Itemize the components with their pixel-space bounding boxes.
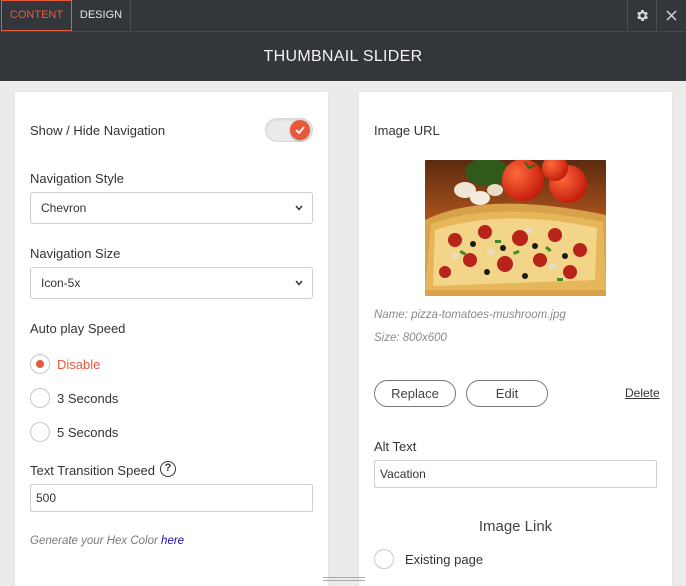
radio-selected-dot: [36, 360, 44, 368]
page-title: THUMBNAIL SLIDER: [263, 47, 423, 65]
chevron-down-icon: [295, 280, 303, 286]
hint-text: Generate your Hex Color: [30, 535, 158, 547]
tab-content[interactable]: CONTENT: [1, 0, 72, 31]
show-hide-navigation-label: Show / Hide Navigation: [30, 123, 166, 138]
image-settings-panel: Image URL Name: pizza-tomatoes-mushroom.…: [359, 92, 672, 586]
image-url-label: Image URL: [374, 123, 440, 138]
navigation-settings-panel: Show / Hide Navigation Navigation Style …: [15, 92, 328, 586]
chevron-down-icon: [295, 205, 303, 211]
radio-circle: [30, 388, 50, 408]
hex-color-hint: Generate your Hex Color here: [30, 535, 184, 547]
replace-button[interactable]: Replace: [374, 380, 456, 407]
grip-line: [323, 580, 365, 581]
radio-circle: [374, 549, 394, 569]
close-icon: [666, 10, 677, 21]
close-button[interactable]: [657, 0, 686, 31]
radio-existing-page[interactable]: Existing page: [374, 548, 483, 570]
radio-label: 3 Seconds: [57, 390, 119, 406]
radio-5-seconds[interactable]: 5 Seconds: [30, 421, 118, 443]
toggle-knob: [290, 120, 310, 140]
image-size: Size: 800x600: [374, 332, 447, 344]
auto-play-speed-label: Auto play Speed: [30, 321, 126, 336]
radio-label: Existing page: [405, 551, 484, 567]
tab-design[interactable]: DESIGN: [72, 0, 131, 31]
navigation-style-label: Navigation Style: [30, 171, 124, 186]
delete-link[interactable]: Delete: [625, 386, 660, 400]
text-transition-speed-input[interactable]: [30, 484, 313, 512]
gear-icon: [637, 10, 648, 21]
radio-3-seconds[interactable]: 3 Seconds: [30, 387, 118, 409]
alt-text-input[interactable]: [374, 460, 657, 488]
edit-button[interactable]: Edit: [466, 380, 548, 407]
navigation-style-select[interactable]: Chevron: [30, 192, 313, 224]
hex-color-link[interactable]: here: [161, 535, 184, 547]
radio-label: Disable: [57, 356, 101, 372]
navigation-size-value: Icon-5x: [41, 276, 81, 290]
radio-label: 5 Seconds: [57, 424, 119, 440]
text-transition-speed-label: Text Transition Speed: [30, 463, 156, 478]
show-hide-navigation-toggle[interactable]: [265, 118, 313, 142]
resize-handle[interactable]: [323, 577, 365, 582]
panel-header: THUMBNAIL SLIDER: [0, 31, 686, 81]
alt-text-label: Alt Text: [374, 439, 417, 454]
radio-disable[interactable]: Disable: [30, 353, 100, 375]
settings-button[interactable]: [628, 0, 657, 31]
navigation-size-label: Navigation Size: [30, 246, 121, 261]
image-link-heading: Image Link: [478, 518, 553, 535]
help-icon[interactable]: ?: [160, 461, 176, 477]
image-name: Name: pizza-tomatoes-mushroom.jpg: [374, 309, 566, 321]
pizza-photo: [425, 160, 606, 296]
check-icon: [295, 126, 305, 134]
radio-circle: [30, 422, 50, 442]
navigation-size-select[interactable]: Icon-5x: [30, 267, 313, 299]
pizza-thumbnail-image[interactable]: [425, 160, 606, 296]
grip-line: [323, 577, 365, 578]
navigation-style-value: Chevron: [41, 201, 87, 215]
top-tab-bar: CONTENT DESIGN: [0, 0, 686, 31]
radio-circle: [30, 354, 50, 374]
